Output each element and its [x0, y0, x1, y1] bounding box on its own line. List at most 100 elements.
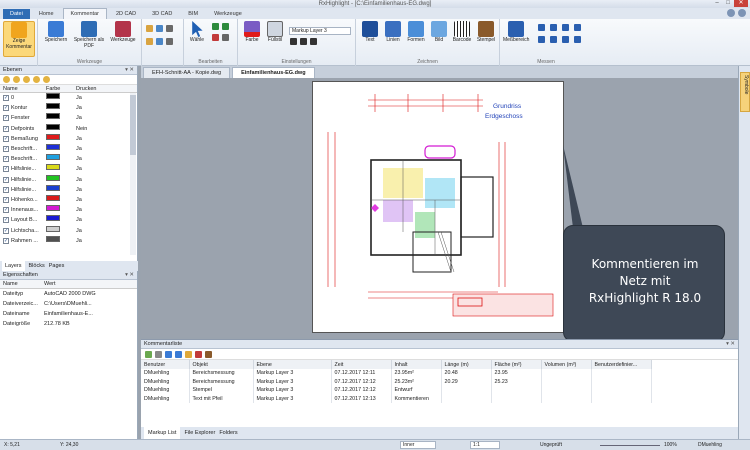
- tab-file-explorer[interactable]: File Explorer: [184, 427, 215, 439]
- line-style-icon[interactable]: [300, 38, 307, 45]
- save-button[interactable]: Speichern: [42, 21, 70, 44]
- layer-visible-checkbox[interactable]: ✓: [3, 95, 9, 102]
- layer-print[interactable]: Nein: [74, 124, 114, 134]
- user-icon[interactable]: [205, 351, 212, 358]
- info-icon[interactable]: [738, 9, 746, 17]
- color-button[interactable]: Farbe: [241, 21, 263, 44]
- tab-markup-list[interactable]: Markup List: [144, 427, 181, 439]
- layer-color-swatch[interactable]: [46, 133, 60, 140]
- help-icon[interactable]: [727, 9, 735, 17]
- layer-visible-checkbox[interactable]: ✓: [3, 135, 9, 142]
- layer-row[interactable]: ✓ Kontur Ja: [0, 103, 137, 113]
- layer-visible-checkbox[interactable]: ✓: [3, 146, 9, 153]
- layer-row[interactable]: ✓ Beschrift... Ja: [0, 154, 137, 164]
- tab-layers[interactable]: Layers: [2, 261, 25, 271]
- layer-row[interactable]: ✓ 0 Ja: [0, 93, 137, 103]
- delete-comment-icon[interactable]: [195, 351, 202, 358]
- layer-print[interactable]: Ja: [74, 103, 114, 113]
- play-icon[interactable]: [145, 351, 152, 358]
- measure-polyline-icon[interactable]: [550, 24, 557, 31]
- tools-button[interactable]: Werkzeuge: [107, 21, 139, 44]
- maximize-icon[interactable]: □: [723, 0, 733, 7]
- tab-datei[interactable]: Datei: [3, 9, 30, 19]
- layer-visible-checkbox[interactable]: ✓: [3, 115, 9, 122]
- print-icon[interactable]: [166, 25, 173, 32]
- arrow-style-icon[interactable]: [310, 38, 317, 45]
- export-list-icon[interactable]: [175, 351, 182, 358]
- undo-icon[interactable]: [212, 23, 219, 30]
- layer-row[interactable]: ✓ Hilfslinie... Ja: [0, 184, 137, 195]
- layer-visible-checkbox[interactable]: ✓: [3, 227, 9, 234]
- layer-color-swatch[interactable]: [46, 93, 60, 100]
- layer-row[interactable]: ✓ Bemaßung Ja: [0, 133, 137, 144]
- cut-icon[interactable]: [222, 34, 229, 41]
- layer-color-swatch[interactable]: [46, 123, 60, 130]
- layer-print[interactable]: Ja: [74, 144, 114, 154]
- pin-icon[interactable]: ▾ ✕: [125, 271, 134, 280]
- comment-row[interactable]: DMuehling Stempel Markup Layer 3 07.12.2017…: [141, 386, 652, 395]
- pin-icon[interactable]: ▾ ✕: [125, 66, 134, 75]
- layer-print[interactable]: Ja: [74, 236, 114, 246]
- tab-blocks[interactable]: Blöcks: [29, 261, 45, 271]
- layer-print-icon[interactable]: [33, 76, 40, 83]
- layer-visible-checkbox[interactable]: ✓: [3, 125, 9, 132]
- redo-icon[interactable]: [222, 23, 229, 30]
- doc-tab-schnitt[interactable]: EFH-Schnitt-AA - Kopie.dwg: [143, 67, 231, 78]
- select-button[interactable]: Wähle: [186, 21, 208, 44]
- export-icon[interactable]: [166, 38, 173, 45]
- comment-row[interactable]: DMuehling Bereichsmessung Markup Layer 3 07…: [141, 377, 652, 386]
- minimize-icon[interactable]: –: [712, 0, 722, 7]
- layer-print[interactable]: Ja: [74, 93, 114, 103]
- layer-visible-checkbox[interactable]: ✓: [3, 156, 9, 163]
- layer-color-swatch[interactable]: [46, 205, 60, 212]
- layer-color-swatch[interactable]: [46, 144, 60, 151]
- tab-kommentar[interactable]: Kommentar: [62, 8, 107, 19]
- layer-visible-checkbox[interactable]: ✓: [3, 166, 9, 173]
- measure-length-icon[interactable]: [538, 24, 545, 31]
- save-as-pdf-button[interactable]: Speichern als PDF: [73, 21, 105, 49]
- layer-row[interactable]: ✓ Hilfslinie... Ja: [0, 164, 137, 174]
- layer-visible-checkbox[interactable]: ✓: [3, 237, 9, 244]
- layer-color-swatch[interactable]: [46, 103, 60, 110]
- pin-icon[interactable]: ▾ ✕: [726, 340, 735, 349]
- layer-color-swatch[interactable]: [46, 215, 60, 222]
- bulb-on-icon[interactable]: [3, 76, 10, 83]
- delete-icon[interactable]: [212, 34, 219, 41]
- folder-icon[interactable]: [146, 25, 153, 32]
- text-button[interactable]: Text: [360, 21, 380, 44]
- tab-werkzeuge[interactable]: Werkzeuge: [207, 9, 249, 19]
- layer-color-swatch[interactable]: [46, 164, 60, 171]
- layer-color-swatch[interactable]: [46, 184, 60, 191]
- paste-icon[interactable]: [156, 38, 163, 45]
- layer-color-swatch[interactable]: [46, 225, 60, 232]
- tab-pages[interactable]: Pages: [49, 261, 65, 271]
- symbols-side-tab[interactable]: Symbole: [740, 72, 750, 112]
- layer-row[interactable]: ✓ Hilfslinie... Ja: [0, 174, 137, 185]
- measure-point-icon[interactable]: [538, 36, 545, 43]
- layer-color-swatch[interactable]: [46, 113, 60, 120]
- layer-print[interactable]: Ja: [74, 195, 114, 205]
- stamp-button[interactable]: Stempel: [475, 21, 497, 44]
- lines-button[interactable]: Linien: [383, 21, 403, 44]
- tab-2d-cad[interactable]: 2D CAD: [109, 9, 143, 19]
- measure-perimeter-icon[interactable]: [550, 36, 557, 43]
- layer-print[interactable]: Ja: [74, 205, 114, 215]
- zoom-slider[interactable]: [600, 445, 660, 446]
- layer-visible-checkbox[interactable]: ✓: [3, 217, 9, 224]
- layer-print[interactable]: Ja: [74, 185, 114, 195]
- tab-home[interactable]: Home: [32, 9, 61, 19]
- measure-angle-icon[interactable]: [562, 24, 569, 31]
- layer-row[interactable]: ✓ Defpoints Nein: [0, 123, 137, 134]
- measure-radius-icon[interactable]: [574, 24, 581, 31]
- tab-folders[interactable]: Folders: [219, 427, 237, 439]
- line-width-icon[interactable]: [290, 38, 297, 45]
- layer-color-swatch[interactable]: [46, 194, 60, 201]
- layer-visible-checkbox[interactable]: ✓: [3, 105, 9, 112]
- shapes-button[interactable]: Formen: [406, 21, 426, 44]
- layer-color-swatch[interactable]: [46, 174, 60, 181]
- layer-row[interactable]: ✓ Höhenko... Ja: [0, 194, 137, 205]
- report-icon[interactable]: [185, 351, 192, 358]
- show-comments-button[interactable]: Zeige Kommentar: [3, 21, 35, 57]
- layer-print[interactable]: Ja: [74, 134, 114, 144]
- image-button[interactable]: Bild: [429, 21, 449, 44]
